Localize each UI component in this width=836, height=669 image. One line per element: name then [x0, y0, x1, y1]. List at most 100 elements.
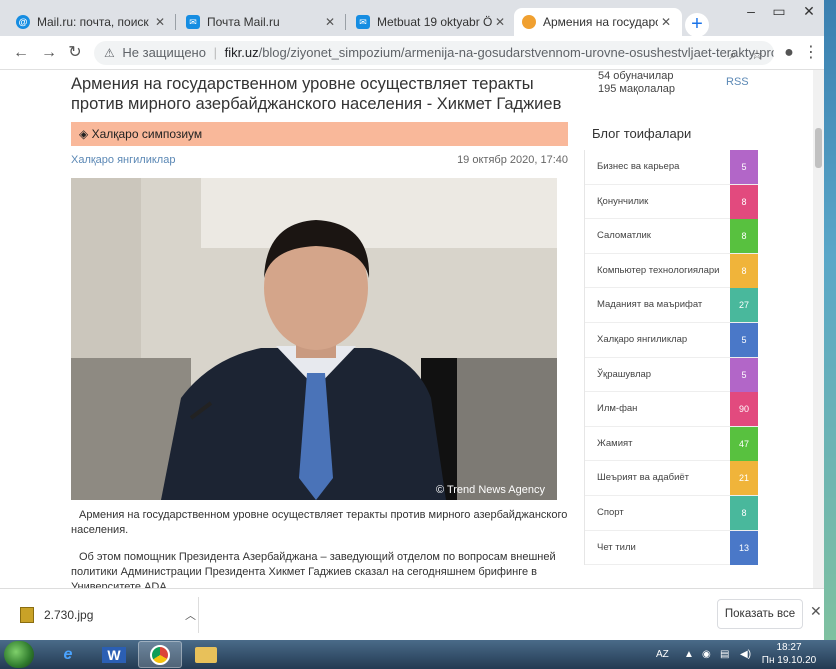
tab-metbuat[interactable]: ✉ Metbuat 19 oktyabr Özbal ✕	[348, 8, 516, 36]
category-count-badge: 13	[730, 530, 758, 565]
category-item-label: Ўқрашувлар	[597, 368, 652, 380]
category-item-label: Қонунчилик	[597, 195, 649, 207]
tab-strip: @ Mail.ru: почта, поиск в ин ✕ ✉ Почта M…	[0, 0, 824, 37]
desktop-background	[824, 0, 836, 640]
category-list: Бизнес ва карьера 5 Қонунчилик 8 Саломатли…	[584, 150, 758, 566]
category-item[interactable]: Илм-фан 90	[585, 392, 758, 427]
minimize-button[interactable]: –	[736, 0, 766, 24]
clock-time: 18:27	[776, 642, 802, 653]
language-indicator[interactable]: AZ	[656, 640, 669, 669]
category-item-label: Маданият ва маърифат	[597, 299, 703, 311]
category-bar[interactable]: ◈ Халқаро симпозиум	[71, 122, 568, 146]
section-link[interactable]: Халқаро янгиликлар	[71, 152, 175, 168]
clock-date: Пн 19.10.20	[761, 655, 817, 666]
category-count-badge: 8	[730, 495, 758, 530]
taskbar: e W AZ ▲ ◉ ▤ ◀) 18:27 Пн 19.10.20	[0, 640, 836, 669]
url-domain: fikr.uz	[224, 45, 259, 60]
category-item-label: Компьютер технологиялари	[597, 264, 720, 276]
category-item[interactable]: Бизнес ва карьера 5	[585, 150, 758, 185]
close-icon[interactable]: ✕	[658, 15, 674, 29]
warning-icon: ⚠	[104, 46, 115, 60]
scrollbar-thumb[interactable]	[815, 128, 822, 168]
tab-mailru[interactable]: @ Mail.ru: почта, поиск в ин ✕	[8, 8, 176, 36]
tab-armenia[interactable]: Армения на государствен ✕	[514, 8, 682, 36]
tab-title: Mail.ru: почта, поиск в ин	[37, 15, 152, 29]
tab-separator	[345, 14, 346, 30]
article-photo: © Trend News Agency	[71, 178, 557, 500]
close-icon[interactable]: ✕	[492, 15, 508, 29]
forward-arrow-icon[interactable]: →	[38, 42, 60, 64]
category-item-label: Бизнес ва карьера	[597, 161, 680, 172]
close-icon[interactable]: ✕	[152, 15, 168, 29]
category-count-badge: 8	[730, 253, 758, 288]
category-item-label: Жамият	[597, 437, 633, 449]
volume-icon[interactable]: ◀)	[740, 640, 751, 669]
folder-icon[interactable]	[184, 641, 228, 668]
word-icon[interactable]: W	[92, 641, 136, 668]
article-paragraph: Об этом помощник Президента Азербайджана…	[71, 551, 556, 588]
menu-dots-icon[interactable]: ⋮	[802, 44, 820, 62]
ie-icon[interactable]: e	[46, 641, 90, 668]
tray-app-icon[interactable]: ◉	[702, 640, 711, 669]
chrome-icon[interactable]	[138, 641, 182, 668]
reload-icon[interactable]: ↻	[64, 42, 86, 64]
category-count-badge: 8	[730, 219, 758, 254]
category-count-badge: 5	[730, 357, 758, 392]
category-label: Халқаро симпозиум	[91, 127, 203, 141]
chevron-up-icon[interactable]: ︿	[185, 607, 196, 623]
tab-separator	[175, 14, 176, 30]
download-item[interactable]: 2.730.jpg ︿	[20, 601, 196, 629]
maximize-button[interactable]: ▭	[764, 0, 794, 24]
photo-illustration	[71, 178, 557, 500]
address-bar[interactable]: ⚠ Не защищено | fikr.uz/blog/ziyonet_sim…	[94, 41, 774, 65]
browser-toolbar: ← → ↻ ⚠ Не защищено | fikr.uz/blog/ziyon…	[0, 36, 824, 70]
category-item[interactable]: Маданият ва маърифат 27	[585, 288, 758, 323]
category-count-badge: 5	[730, 150, 758, 184]
network-icon[interactable]: ▤	[720, 640, 729, 669]
close-icon[interactable]: ✕	[322, 15, 338, 29]
article-title: Армения на государственном уровне осущес…	[71, 75, 562, 113]
rss-link[interactable]: RSS	[726, 76, 749, 88]
tab-title: Metbuat 19 oktyabr Özbal	[377, 15, 492, 29]
category-item-label: Илм-фан	[597, 403, 638, 415]
article-meta: Халқаро янгиликлар 19 октябр 2020, 17:40	[71, 152, 568, 168]
category-item[interactable]: Ўқрашувлар 5	[585, 357, 758, 393]
tab-pochta[interactable]: ✉ Почта Mail.ru ✕	[178, 8, 346, 36]
category-item-label: Спорт	[597, 506, 624, 518]
article-paragraph: Армения на государственном уровне осущес…	[71, 509, 568, 536]
category-count-badge: 21	[730, 461, 758, 496]
category-item[interactable]: Қонунчилик 8	[585, 184, 758, 220]
show-all-button[interactable]: Показать все	[717, 599, 803, 629]
article-date: 19 октябр 2020, 17:40	[457, 154, 568, 166]
category-item[interactable]: Чет тили 13	[585, 530, 758, 566]
star-icon[interactable]: ☆	[748, 46, 766, 64]
tray-arrow-icon[interactable]: ▲	[684, 640, 694, 669]
category-count-badge: 8	[730, 184, 758, 219]
category-item-label: Саломатлик	[597, 230, 651, 242]
download-bar: 2.730.jpg ︿ Показать все ✕	[0, 588, 824, 640]
security-label: Не защищено	[122, 45, 206, 60]
category-item[interactable]: Саломатлик 8	[585, 219, 758, 254]
tab-title: Армения на государствен	[543, 15, 658, 29]
taskbar-clock[interactable]: 18:27 Пн 19.10.20	[760, 641, 818, 667]
category-item[interactable]: Шеърият ва адабиёт 21	[585, 461, 758, 496]
category-item-label: Шеърият ва адабиёт	[597, 472, 690, 484]
page-scrollbar[interactable]	[813, 70, 824, 588]
zoom-icon[interactable]: ⌕	[724, 46, 742, 64]
download-separator	[198, 597, 199, 633]
category-count-badge: 27	[730, 288, 758, 323]
sidebar: 54 обуначилар 195 мақолалар RSS Блог тои…	[584, 70, 758, 566]
category-item[interactable]: Халқаро янгиликлар 5	[585, 322, 758, 358]
category-item[interactable]: Компьютер технологиялари 8	[585, 253, 758, 289]
envelope-favicon-icon: ✉	[186, 15, 200, 29]
category-item[interactable]: Спорт 8	[585, 495, 758, 531]
close-icon[interactable]: ✕	[810, 603, 822, 620]
tab-title: Почта Mail.ru	[207, 15, 280, 29]
back-arrow-icon[interactable]: ←	[10, 42, 32, 64]
category-item[interactable]: Жамият 47	[585, 426, 758, 462]
profile-icon[interactable]: ●	[780, 44, 798, 62]
window-close-button[interactable]: ✕	[794, 0, 824, 24]
start-button[interactable]	[4, 641, 34, 668]
new-tab-button[interactable]: +	[685, 13, 709, 37]
url-path: /blog/ziyonet_simpozium/armenija-na-gosu…	[258, 45, 774, 60]
